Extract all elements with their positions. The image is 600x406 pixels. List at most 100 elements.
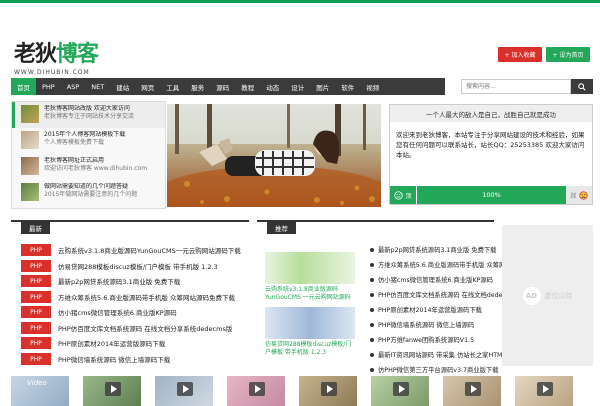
bullet-icon — [370, 367, 374, 372]
nav-item-php[interactable]: PHP — [36, 78, 61, 95]
section-heading: 最新 — [21, 222, 50, 234]
nav-item-14[interactable]: 视频 — [360, 78, 385, 95]
article-card[interactable]: 云购系统v3.1.8商业版源码YunGouCMS 一元云购网站源码 — [265, 252, 355, 302]
list-item[interactable]: PHP PHP仿百度文库文档系统源码 在线文档分享系统dedecms版 — [21, 322, 232, 334]
like-label: 顶 — [405, 192, 412, 200]
nav-item-12[interactable]: 图片 — [310, 78, 335, 95]
category-tag: PHP — [21, 275, 51, 287]
slideshow-photo[interactable] — [167, 104, 381, 207]
list-item[interactable]: 仿PHP微信第三方平台源码v3.7商业版下载 — [370, 362, 499, 377]
nav-item-10[interactable]: 动态 — [260, 78, 285, 95]
play-icon — [465, 382, 481, 396]
nav-item-7[interactable]: 服务 — [185, 78, 210, 95]
nav-item-6[interactable]: 工具 — [160, 78, 185, 95]
featured-sub: 个人博客模板免费下载 — [44, 139, 105, 146]
nav-item-4[interactable]: 建站 — [110, 78, 135, 95]
article-thumbnail — [265, 252, 355, 284]
quote-box: 一个人最大的敌人是自己，战胜自己就是成功 欢迎来到老狄博客，本站专注于分享网站建… — [389, 104, 593, 205]
site-logo[interactable]: 老狄博客 WWW.DIHUBIN.COM — [14, 36, 99, 76]
video-thumbnail[interactable] — [299, 376, 357, 406]
nav-item-net[interactable]: NET — [85, 78, 110, 95]
add-favorite-button[interactable]: + 加入收藏 — [498, 47, 542, 62]
list-item[interactable]: PHP微信墙系统源码 微信上墙源码 — [370, 317, 495, 332]
list-item[interactable]: PHP方维fanwe团购系统源码V1.5 — [370, 332, 495, 347]
bullet-icon — [370, 322, 374, 327]
logo-text: 老狄博客 — [14, 41, 99, 67]
bullet-icon — [370, 337, 374, 342]
list-item[interactable]: PHP 云购系统v3.1.8商业版源码YunGouCMS一元云购网站源码下载 — [21, 244, 241, 256]
bullet-icon — [370, 247, 374, 252]
article-card[interactable]: 仿易贷网288模板discuz模板/门户模板 带手机版 1.2.3 — [265, 307, 355, 357]
ad-placeholder[interactable]: AD 虚位以待 — [502, 225, 593, 366]
list-item[interactable]: PHP 最新p2p网贷系统源码3.1商业版 免费下载 — [21, 275, 180, 287]
list-item[interactable]: PHP 方维众筹系统5.6.商业版源码带手机版 众筹网站源码免费下载 — [21, 291, 235, 303]
video-thumbnail[interactable] — [83, 376, 141, 406]
nav-item-home[interactable]: 首页 — [11, 78, 36, 95]
smile-icon — [394, 190, 404, 200]
list-item[interactable]: 仿小猪cms微信管理系统6.商业版KP源码 — [370, 272, 495, 287]
search-button[interactable] — [571, 79, 593, 94]
category-tag: PHP — [21, 322, 51, 334]
list-item[interactable]: PHP仿百度文库文档系统源码 在线文档dedecms版 — [370, 287, 522, 302]
category-tag: PHP — [21, 291, 51, 303]
nav-item-asp[interactable]: ASP — [61, 78, 86, 95]
play-icon — [177, 382, 193, 396]
video-thumbnail[interactable] — [227, 376, 285, 406]
video-strip: Video — [11, 376, 593, 406]
article-caption: 仿易贷网288模板discuz模板/门户模板 带手机版 1.2.3 — [265, 341, 352, 356]
video-thumbnail[interactable]: Video — [11, 376, 69, 406]
featured-sub: 老狄博客专注于网站技术分享交流 — [44, 113, 135, 120]
featured-item[interactable]: 老狄博客网址正式启用 欢迎访问老狄博客 www.dihubin.com — [12, 154, 165, 180]
featured-title: 老狄博客网址正式启用 — [44, 157, 105, 164]
ad-text: 虚位以待 — [544, 291, 573, 300]
set-homepage-button[interactable]: + 设为首页 — [546, 47, 590, 62]
section-heading: 推荐 — [267, 222, 296, 234]
list-item[interactable]: PHP原创素材2014年运营版源码下载 — [370, 302, 495, 317]
play-icon — [393, 382, 409, 396]
video-label: Video — [27, 379, 47, 387]
category-tag: PHP — [21, 306, 51, 318]
nav-item-8[interactable]: 源码 — [210, 78, 235, 95]
featured-item[interactable]: 2015年个人博客网站模板下载 个人博客模板免费下载 — [12, 128, 165, 154]
video-thumbnail[interactable] — [443, 376, 501, 406]
article-caption: 云购系统v3.1.8商业版源码YunGouCMS 一元云购网站源码 — [265, 286, 351, 301]
recommend-list: 最新p2p网贷系统源码3.1商业版 免费下载 方维众筹系统5.6.商业版源码带手… — [370, 242, 524, 377]
featured-sub: 欢迎访问老狄博客 www.dihubin.com — [44, 165, 148, 172]
bullet-icon — [370, 292, 374, 297]
video-thumbnail[interactable] — [515, 376, 573, 406]
nav-item-9[interactable]: 教程 — [235, 78, 260, 95]
list-item[interactable]: PHP PHP微信墙系统源码 微信上墙源码下载 — [21, 353, 170, 365]
header-buttons: + 加入收藏 + 设为首页 — [498, 47, 590, 62]
bullet-icon — [370, 262, 374, 267]
featured-item[interactable]: 做网站需要知道的几个问题答疑 2015年做网站需要注意的几个问题 — [12, 180, 165, 206]
quote-title: 一个人最大的敌人是自己，战胜自己就是成功 — [390, 105, 592, 122]
bullet-icon — [370, 307, 374, 312]
video-thumbnail[interactable] — [371, 376, 429, 406]
search-box — [461, 79, 593, 94]
category-tag: PHP — [21, 260, 51, 272]
ad-badge: AD — [522, 286, 541, 305]
bullet-icon — [370, 352, 374, 357]
video-thumbnail[interactable] — [155, 376, 213, 406]
nav-item-5[interactable]: 网页 — [135, 78, 160, 95]
list-item[interactable]: 最新p2p网贷系统源码3.1商业版 免费下载 — [370, 242, 496, 257]
featured-list: 老狄博客网站改版 欢迎大家访问 老狄博客专注于网站技术分享交流 2015年个人博客… — [11, 101, 166, 209]
vote-bar: 顶 100% 踩 — [390, 186, 592, 204]
featured-sub: 2015年做网站需要注意的几个问题 — [44, 191, 138, 198]
list-item[interactable]: PHP 仿小猪cms微信管理系统6.商业版KP源码 — [21, 306, 177, 318]
dislike-button[interactable]: 踩 — [566, 186, 592, 204]
list-item[interactable]: 方维众筹系统5.6.商业版源码带手机版 众筹网站源码 — [370, 257, 524, 272]
featured-thumbnail — [21, 157, 39, 175]
play-icon — [249, 382, 265, 396]
nav-item-11[interactable]: 设计 — [285, 78, 310, 95]
list-item[interactable]: PHP 仿易贷网288模板discuz模板/门户模板 带手机版 1.2.3 — [21, 260, 218, 272]
list-item[interactable]: PHP PHP原创素材2014年运营版源码下载 — [21, 337, 165, 349]
list-item[interactable]: 最新IT资讯网站源码 带采集 仿站长之家HTML版 — [370, 347, 512, 362]
featured-thumbnail — [21, 183, 39, 201]
featured-item[interactable]: 老狄博客网站改版 欢迎大家访问 老狄博客专注于网站技术分享交流 — [12, 102, 165, 128]
top-accent-line — [0, 0, 600, 3]
nav-item-13[interactable]: 软件 — [335, 78, 360, 95]
like-button[interactable]: 顶 — [390, 186, 416, 204]
autumn-girl-image — [167, 104, 381, 207]
search-input[interactable] — [461, 79, 571, 94]
